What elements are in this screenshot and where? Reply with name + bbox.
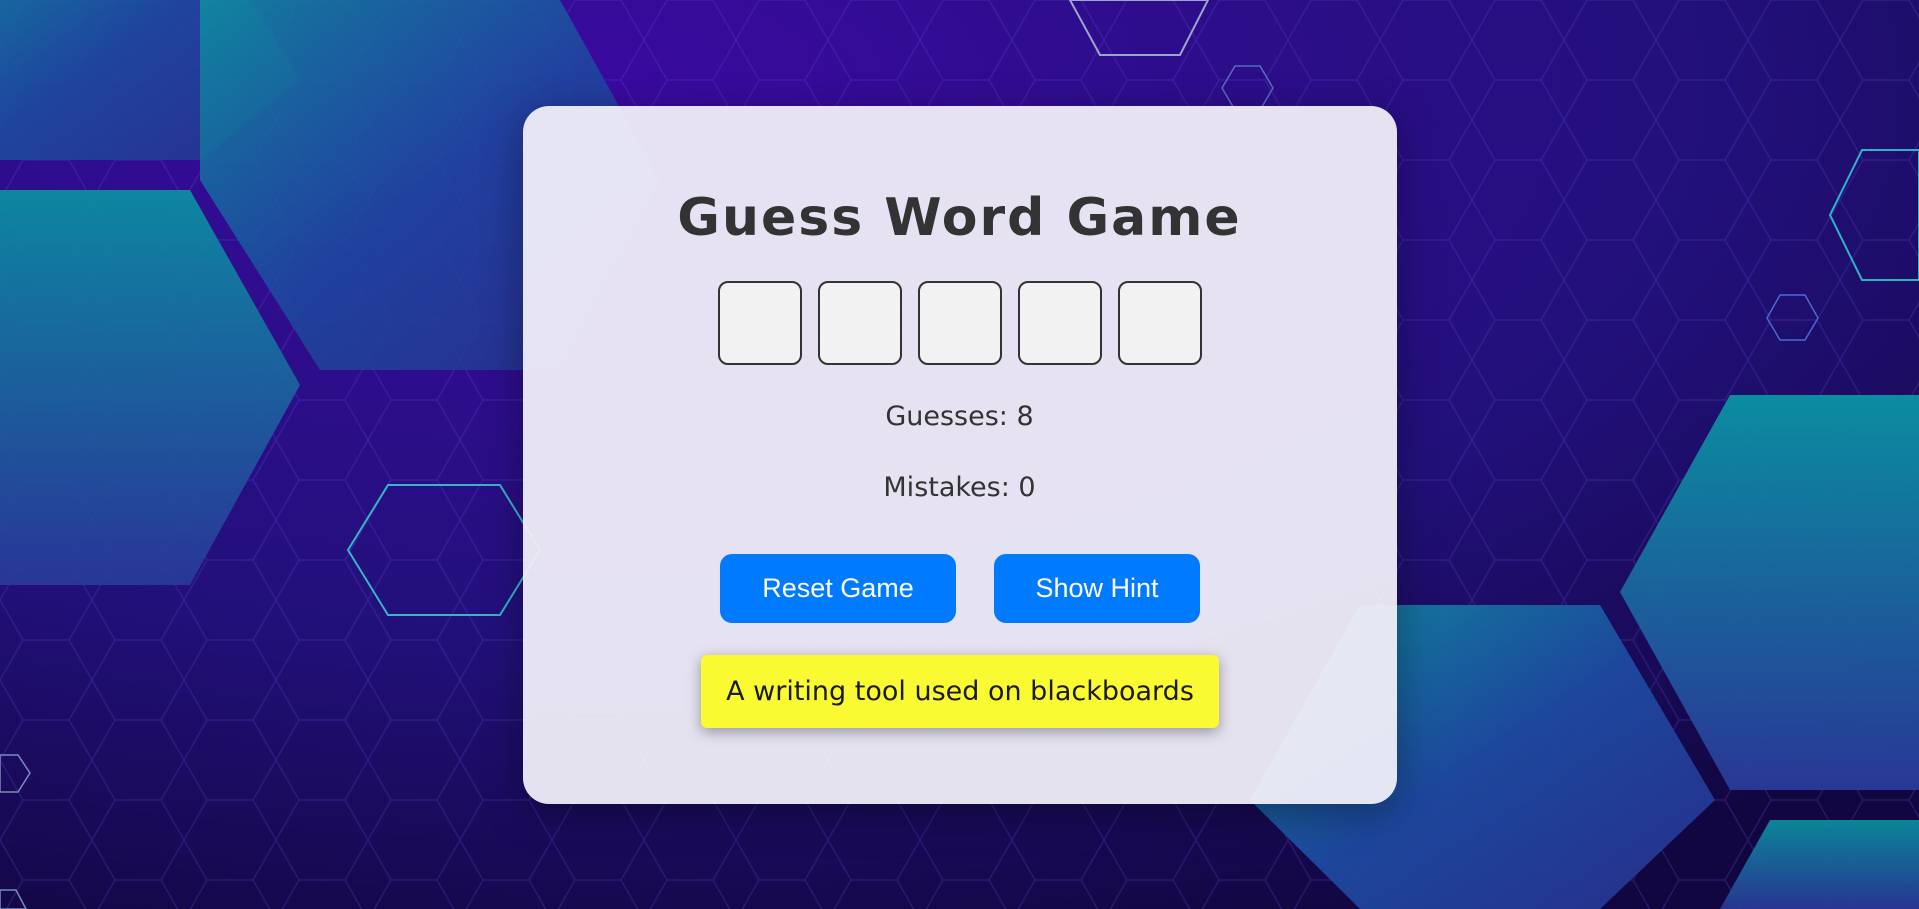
- game-title: Guess Word Game: [677, 188, 1242, 248]
- letter-tiles: [718, 281, 1202, 365]
- guesses-count: Guesses: 8: [885, 401, 1034, 432]
- mistakes-count: Mistakes: 0: [883, 472, 1036, 503]
- show-hint-button[interactable]: Show Hint: [994, 554, 1200, 623]
- reset-game-button[interactable]: Reset Game: [720, 554, 956, 623]
- letter-tile: [1118, 281, 1202, 365]
- letter-tile: [1018, 281, 1102, 365]
- hint-text: A writing tool used on blackboards: [701, 655, 1219, 728]
- letter-tile: [718, 281, 802, 365]
- letter-tile: [818, 281, 902, 365]
- letter-tile: [918, 281, 1002, 365]
